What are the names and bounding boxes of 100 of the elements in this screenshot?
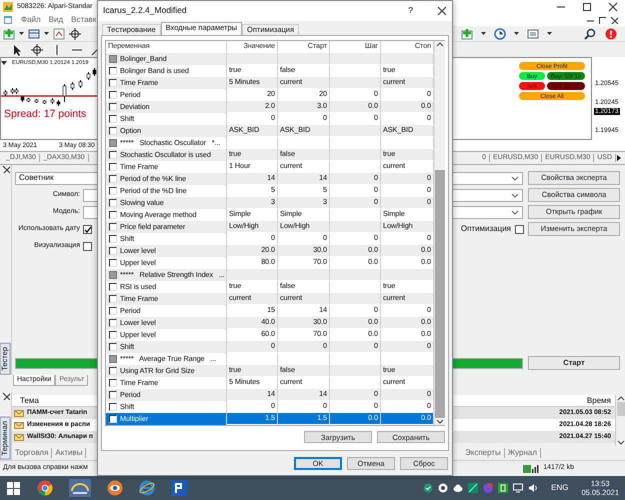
disabled-checkbox xyxy=(109,55,117,63)
checkbox[interactable] xyxy=(109,175,117,183)
menu-item[interactable]: Файл xyxy=(21,15,41,25)
eye-icon[interactable] xyxy=(107,480,123,496)
checkbox[interactable] xyxy=(109,223,117,231)
chart-icon[interactable] xyxy=(53,28,65,40)
checkbox[interactable] xyxy=(83,242,92,250)
window-icon[interactable] xyxy=(28,28,40,40)
checkbox[interactable] xyxy=(109,163,117,171)
alert-icon[interactable] xyxy=(604,28,618,40)
tab[interactable]: Эксперты xyxy=(462,448,505,458)
checkbox[interactable] xyxy=(515,224,524,234)
disabled-checkbox xyxy=(109,139,117,147)
crosshair-icon[interactable] xyxy=(69,28,81,40)
close-icon[interactable] xyxy=(437,6,446,16)
menu-item[interactable]: Вид xyxy=(48,15,64,25)
caret-icon[interactable] xyxy=(19,31,24,36)
checkbox[interactable] xyxy=(109,247,117,255)
checkbox[interactable] xyxy=(109,211,117,219)
checkbox[interactable] xyxy=(109,343,117,351)
clock-icon[interactable] xyxy=(494,28,506,40)
chevron-down-icon xyxy=(511,208,519,216)
close-icon[interactable] xyxy=(608,2,618,12)
connection-icon xyxy=(523,464,540,474)
caret-icon[interactable] xyxy=(514,31,519,36)
crosshair-icon[interactable] xyxy=(31,44,43,56)
tab[interactable]: Торговля xyxy=(12,448,52,458)
checkbox[interactable] xyxy=(109,367,117,375)
checkbox[interactable] xyxy=(109,415,117,423)
scrollbar-thumb[interactable] xyxy=(435,170,445,418)
app-icon[interactable] xyxy=(498,483,508,493)
caret-icon[interactable] xyxy=(481,31,486,36)
app-icon[interactable] xyxy=(468,483,478,493)
scrollbar[interactable] xyxy=(434,41,445,425)
scroll-down-icon[interactable] xyxy=(436,418,444,425)
close-icon[interactable] xyxy=(2,165,10,173)
chevron-down-icon xyxy=(511,192,519,198)
add-chart-icon[interactable] xyxy=(461,28,473,40)
chat-icon[interactable] xyxy=(438,483,448,493)
monitor-icon[interactable] xyxy=(513,483,524,493)
scroll-down-icon[interactable] xyxy=(616,439,624,446)
restore-icon[interactable] xyxy=(598,16,606,24)
checkbox[interactable] xyxy=(109,259,117,267)
template-icon[interactable] xyxy=(527,28,539,40)
scrollbar[interactable] xyxy=(615,395,625,446)
checkbox[interactable] xyxy=(109,127,117,135)
checkbox[interactable] xyxy=(109,403,117,411)
add-chart-icon[interactable] xyxy=(3,28,15,40)
checkbox[interactable] xyxy=(109,91,117,99)
checkbox[interactable] xyxy=(109,283,117,291)
shield-icon[interactable] xyxy=(423,483,434,493)
scroll-right-icon[interactable] xyxy=(616,154,622,162)
browser-icon[interactable] xyxy=(37,480,53,496)
close-icon[interactable] xyxy=(2,392,10,400)
checkbox[interactable] xyxy=(109,331,117,339)
dialog-title: Icarus_2.2.4_Modified xyxy=(103,6,187,16)
chevron-down-icon xyxy=(511,174,519,182)
checkbox[interactable] xyxy=(109,199,117,207)
scroll-up-icon[interactable] xyxy=(436,41,444,48)
language-indicator[interactable]: ENG xyxy=(543,483,576,493)
help-button[interactable]: ? xyxy=(408,6,413,16)
cursor-icon[interactable] xyxy=(11,44,23,56)
checkbox[interactable] xyxy=(109,79,117,87)
checkbox[interactable] xyxy=(109,103,117,111)
checkbox[interactable] xyxy=(109,187,117,195)
tab[interactable]: Журнал xyxy=(504,448,541,458)
column-header: Время xyxy=(586,396,611,406)
caret-icon[interactable] xyxy=(547,31,552,36)
checkbox[interactable] xyxy=(109,151,117,159)
cloud-icon[interactable] xyxy=(453,483,464,493)
windows-start-icon[interactable] xyxy=(6,480,21,496)
dropdown-icon xyxy=(1,60,7,65)
column-header: Тема xyxy=(20,396,39,406)
scroll-up-icon[interactable] xyxy=(616,395,624,402)
maximize-icon[interactable] xyxy=(582,2,592,12)
caret-icon[interactable] xyxy=(44,31,49,36)
mail-icon xyxy=(14,420,24,430)
spread-label: Spread: 17 points xyxy=(3,108,88,120)
checkbox[interactable] xyxy=(109,67,117,75)
disabled-checkbox xyxy=(109,271,117,279)
speaker-icon[interactable] xyxy=(528,483,538,493)
app-icon[interactable] xyxy=(171,480,187,496)
checkbox[interactable] xyxy=(109,319,117,327)
browser-icon[interactable] xyxy=(139,480,155,496)
checkbox[interactable] xyxy=(109,295,117,303)
checkbox[interactable] xyxy=(109,379,117,387)
checkbox[interactable] xyxy=(109,235,117,243)
scrollbar-thumb[interactable] xyxy=(616,402,624,416)
menu-item[interactable]: Вставк xyxy=(71,15,96,25)
tab[interactable]: Активы xyxy=(52,448,86,458)
checkbox[interactable] xyxy=(109,391,117,399)
checkbox[interactable] xyxy=(83,224,92,234)
checkbox[interactable] xyxy=(109,115,117,123)
checkbox[interactable] xyxy=(109,307,117,315)
close-icon[interactable] xyxy=(610,16,618,24)
mail-icon xyxy=(14,408,24,418)
app-icon xyxy=(3,2,13,12)
search-icon[interactable] xyxy=(584,28,596,40)
app-icon[interactable] xyxy=(69,479,91,497)
mail-icon xyxy=(14,432,24,442)
